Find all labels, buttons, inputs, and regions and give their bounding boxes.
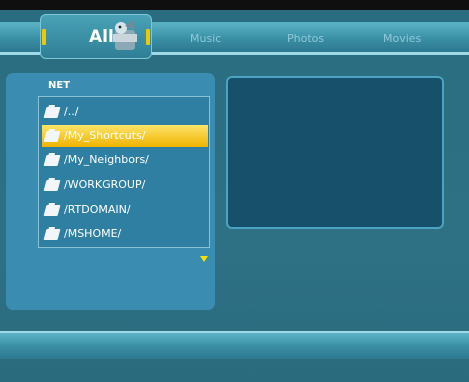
folder-icon — [43, 180, 61, 191]
list-item-rtdomain[interactable]: /RTDOMAIN/ — [42, 199, 208, 221]
list-item-my-neighbors[interactable]: /My_Neighbors/ — [42, 149, 208, 171]
scroll-down-arrow-icon[interactable] — [200, 256, 208, 262]
tab-photos[interactable]: Photos — [287, 32, 324, 45]
list-item-label: /../ — [64, 105, 79, 118]
list-item-workgroup[interactable]: /WORKGROUP/ — [42, 174, 208, 196]
folder-icon — [43, 205, 61, 216]
list-item-label: /MSHOME/ — [64, 227, 122, 240]
folder-icon — [43, 155, 61, 166]
list-item-label: /WORKGROUP/ — [64, 178, 146, 191]
list-item-mshome[interactable]: /MSHOME/ — [42, 223, 208, 245]
folder-icon — [43, 229, 61, 240]
list-item-label: /My_Shortcuts/ — [64, 129, 146, 142]
tab-left-marker — [42, 29, 46, 45]
mascot-icon — [113, 20, 137, 50]
top-black-strip — [0, 0, 469, 10]
tab-all[interactable]: All — [40, 14, 152, 59]
folder-icon — [43, 107, 61, 118]
list-item-my-shortcuts[interactable]: /My_Shortcuts/ — [42, 125, 208, 147]
folder-icon — [43, 131, 61, 142]
tab-music[interactable]: Music — [190, 32, 221, 45]
section-title: NET — [48, 80, 71, 91]
preview-pane — [226, 76, 444, 229]
list-item-label: /My_Neighbors/ — [64, 153, 149, 166]
tab-movies[interactable]: Movies — [383, 32, 421, 45]
list-item-label: /RTDOMAIN/ — [64, 203, 131, 216]
list-item-parent[interactable]: /../ — [42, 101, 208, 123]
bottom-bar — [0, 333, 469, 359]
tab-right-marker — [146, 29, 150, 45]
